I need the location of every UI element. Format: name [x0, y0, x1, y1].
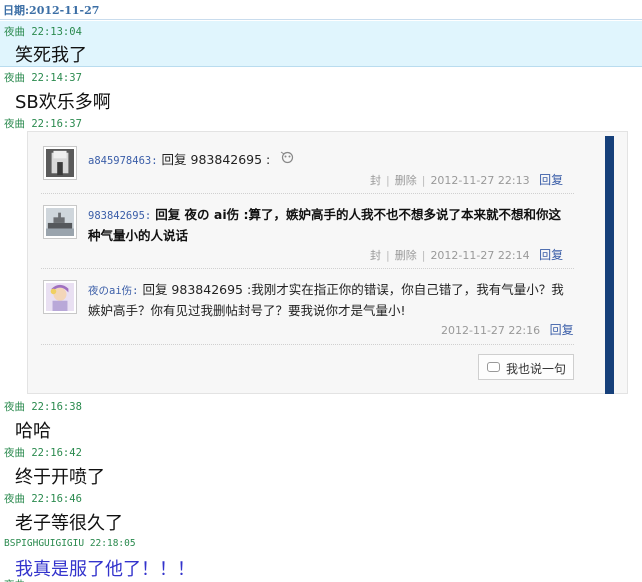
avatar[interactable] — [43, 205, 77, 239]
date-header: 日期:2012-11-27 — [0, 0, 642, 20]
message-time: 22:16:46 — [31, 493, 82, 505]
message-text: SB欢乐多啊 — [15, 92, 111, 113]
avatar[interactable] — [43, 146, 77, 180]
reply-divider — [41, 193, 574, 194]
message-meta: 夜曲 22:16:37 — [4, 116, 82, 131]
message-text: 笑死我了 — [15, 45, 87, 66]
reply-time: 2012-11-27 22:13 — [430, 174, 530, 187]
message-meta: 夜曲 22:14:37 — [4, 70, 82, 85]
avatar-image-icon — [46, 149, 74, 177]
reply-prefix: 回复 夜の ai伤 : — [155, 207, 249, 222]
reply-divider — [41, 268, 574, 269]
reply-link[interactable]: 回复 — [539, 248, 563, 262]
message-time: 22:16:37 — [31, 118, 82, 130]
message-author: BSPIGHGUIGIGIU — [4, 538, 85, 549]
reply-author-link[interactable]: 983842695: — [88, 210, 151, 222]
reply-link[interactable]: 回复 — [539, 173, 563, 187]
delete-link[interactable]: 删除 — [395, 174, 417, 187]
message-meta: BSPIGHGUIGIGIU 22:18:05 — [4, 538, 136, 549]
message-meta: 夜曲 22:16:42 — [4, 445, 82, 460]
say-something-button[interactable]: 我也说一句 — [478, 354, 574, 380]
ban-link[interactable]: 封 — [370, 174, 381, 187]
reply-actions: 封 | 删除 | 2012-11-27 22:14 回复 — [370, 248, 564, 262]
message-author: 夜曲 — [4, 401, 25, 413]
reply-time: 2012-11-27 22:16 — [441, 324, 541, 337]
reply-divider — [41, 344, 574, 345]
highlighted-message-row — [0, 21, 642, 67]
message-meta-partial: 夜曲 — [4, 577, 25, 582]
reply-actions: 封 | 删除 | 2012-11-27 22:13 回复 — [370, 173, 564, 187]
delete-link[interactable]: 删除 — [395, 249, 417, 262]
comment-bubble-icon — [487, 362, 500, 372]
message-author: 夜曲 — [4, 72, 25, 84]
reply-author-link[interactable]: 夜のai伤: — [88, 285, 138, 297]
reply-author-link[interactable]: a845978463: — [88, 155, 158, 167]
message-meta: 夜曲 22:13:04 — [4, 24, 82, 39]
avatar-image-icon — [46, 283, 74, 311]
card-accent-bar — [605, 136, 614, 394]
ban-link[interactable]: 封 — [370, 249, 381, 262]
date-label: 日期:2012-11-27 — [3, 4, 100, 17]
reply-actions: 2012-11-27 22:16 回复 — [441, 321, 574, 338]
message-text: 老子等很久了 — [15, 513, 123, 534]
reply-link[interactable]: 回复 — [550, 323, 574, 337]
message-meta: 夜曲 22:16:38 — [4, 399, 82, 414]
reply-content: 983842695: 回复 夜の ai伤 :算了，嫉妒高手的人我不也不想多说了本… — [88, 205, 570, 246]
avatar-image-icon — [46, 208, 74, 236]
reply-content: a845978463: 回复 983842695 : — [88, 150, 558, 171]
message-time: 22:16:38 — [31, 401, 82, 413]
message-time: 22:16:42 — [31, 447, 82, 459]
message-author: 夜曲 — [4, 493, 25, 505]
avatar[interactable] — [43, 280, 77, 314]
message-meta: 夜曲 22:16:46 — [4, 491, 82, 506]
say-button-label: 我也说一句 — [506, 362, 567, 376]
reply-content: 夜のai伤: 回复 983842695 :我刚才实在指正你的错误，你自己错了，我… — [88, 280, 570, 321]
message-author: 夜曲 — [4, 118, 25, 130]
reply-prefix: 回复 983842695 : — [142, 282, 252, 297]
message-time: 22:14:37 — [31, 72, 82, 84]
message-time: 22:18:05 — [89, 538, 136, 549]
message-text: 我真是服了他了！！！ — [15, 559, 195, 580]
message-author: 夜曲 — [4, 26, 25, 38]
message-text: 哈哈 — [15, 421, 51, 442]
reply-prefix: 回复 983842695 : — [161, 152, 271, 167]
message-author: 夜曲 — [4, 447, 25, 459]
message-text: 终于开喷了 — [15, 467, 105, 488]
reply-time: 2012-11-27 22:14 — [430, 249, 530, 262]
message-time: 22:13:04 — [31, 26, 82, 38]
emoticon-icon — [280, 150, 295, 171]
